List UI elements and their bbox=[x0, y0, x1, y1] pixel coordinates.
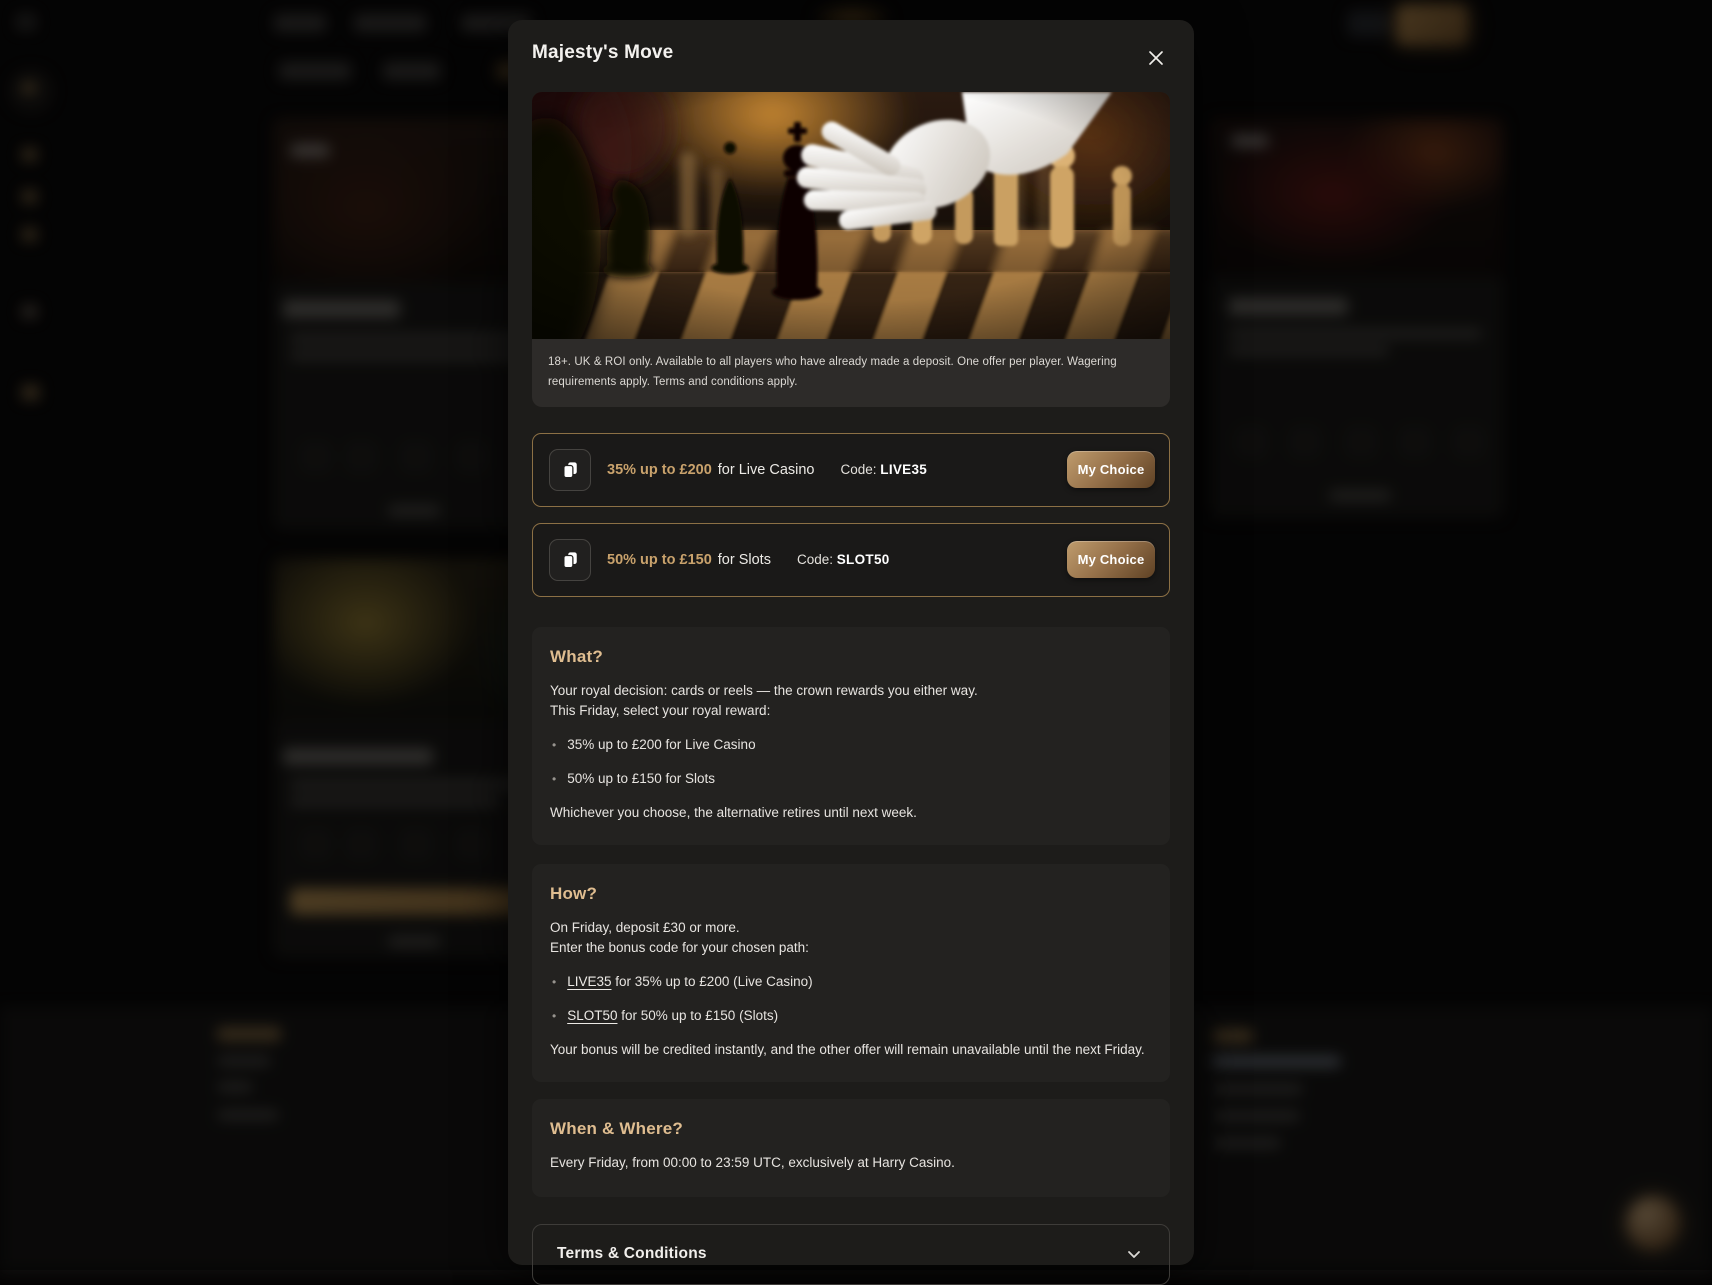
section-when-line1: Every Friday, from 00:00 to 23:59 UTC, e… bbox=[550, 1153, 1152, 1173]
my-choice-button-live-casino[interactable]: My Choice bbox=[1067, 451, 1155, 488]
section-what: What? Your royal decision: cards or reel… bbox=[532, 627, 1170, 845]
section-how-line2: Enter the bonus code for your chosen pat… bbox=[550, 938, 1152, 958]
list-item: SLOT50 for 50% up to £150 (Slots) bbox=[550, 1006, 1152, 1026]
modal-title: Majesty's Move bbox=[532, 42, 673, 64]
bullet-dot bbox=[552, 769, 556, 789]
offer-code: Code: LIVE35 bbox=[840, 462, 927, 477]
offer-text: 35% up to £200 for Live Casino Code: LIVE3… bbox=[607, 462, 927, 478]
bonus-code-link-slot50[interactable]: SLOT50 bbox=[567, 1008, 617, 1023]
offer-amount: 50% up to £150 bbox=[607, 552, 712, 568]
promo-hero-image bbox=[532, 92, 1170, 339]
my-choice-button-slots[interactable]: My Choice bbox=[1067, 541, 1155, 578]
list-item: 35% up to £200 for Live Casino bbox=[550, 735, 1152, 755]
close-icon bbox=[1146, 48, 1166, 68]
offer-amount: 35% up to £200 bbox=[607, 462, 712, 478]
section-what-line1: Your royal decision: cards or reels — th… bbox=[550, 681, 1152, 701]
section-what-footer: Whichever you choose, the alternative re… bbox=[550, 803, 1152, 823]
promo-disclaimer: 18+. UK & ROI only. Available to all pla… bbox=[532, 339, 1170, 407]
section-when-heading: When & Where? bbox=[550, 1119, 1152, 1139]
offer-target: for Live Casino bbox=[718, 462, 815, 478]
section-how-footer: Your bonus will be credited instantly, a… bbox=[550, 1040, 1152, 1060]
chevron-down-icon bbox=[1125, 1245, 1143, 1263]
bullet-dot bbox=[552, 1006, 556, 1026]
list-item: 50% up to £150 for Slots bbox=[550, 769, 1152, 789]
modal-header: Majesty's Move bbox=[532, 42, 1170, 74]
offer-code-value: LIVE35 bbox=[880, 462, 927, 477]
bonus-code-link-live35[interactable]: LIVE35 bbox=[567, 974, 611, 989]
cards-icon bbox=[549, 539, 591, 581]
section-how-heading: How? bbox=[550, 884, 1152, 904]
list-item: LIVE35 for 35% up to £200 (Live Casino) bbox=[550, 972, 1152, 992]
offer-row-live-casino: 35% up to £200 for Live Casino Code: LIVE3… bbox=[532, 433, 1170, 507]
offer-row-slots: 50% up to £150 for Slots Code: SLOT50 My C… bbox=[532, 523, 1170, 597]
bullet-dot bbox=[552, 735, 556, 755]
bullet-dot bbox=[552, 972, 556, 992]
promo-modal: Majesty's Move bbox=[508, 20, 1194, 1265]
section-what-bullets: 35% up to £200 for Live Casino 50% up to… bbox=[550, 735, 1152, 789]
offer-target: for Slots bbox=[718, 552, 771, 568]
section-what-line2: This Friday, select your royal reward: bbox=[550, 701, 1152, 721]
section-how-line1: On Friday, deposit £30 or more. bbox=[550, 918, 1152, 938]
section-what-heading: What? bbox=[550, 647, 1152, 667]
section-how: How? On Friday, deposit £30 or more. Ent… bbox=[532, 864, 1170, 1082]
promo-hero: 18+. UK & ROI only. Available to all pla… bbox=[532, 92, 1170, 407]
offer-text: 50% up to £150 for Slots Code: SLOT50 bbox=[607, 552, 890, 568]
offer-code: Code: SLOT50 bbox=[797, 552, 890, 567]
close-button[interactable] bbox=[1142, 44, 1170, 72]
offer-code-value: SLOT50 bbox=[837, 552, 890, 567]
section-how-bullets: LIVE35 for 35% up to £200 (Live Casino) … bbox=[550, 972, 1152, 1026]
section-when-where: When & Where? Every Friday, from 00:00 t… bbox=[532, 1099, 1170, 1197]
terms-accordion[interactable]: Terms & Conditions bbox=[532, 1224, 1170, 1285]
terms-label: Terms & Conditions bbox=[557, 1245, 707, 1263]
cards-icon bbox=[549, 449, 591, 491]
